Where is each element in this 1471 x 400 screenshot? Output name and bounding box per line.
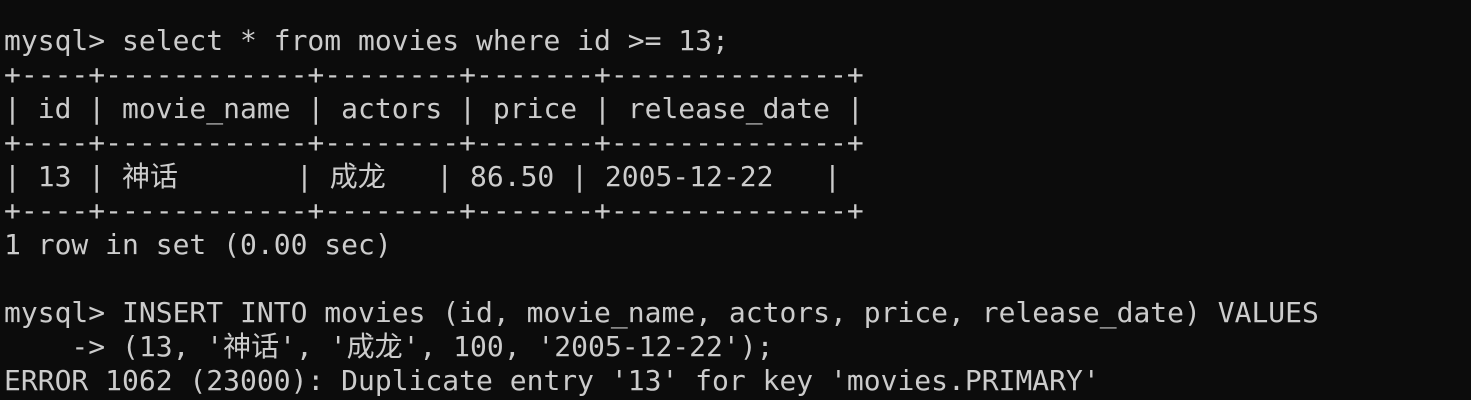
result-summary: 1 row in set (0.00 sec) [4,228,392,261]
table-border-bottom: +----+------------+--------+-------+----… [4,194,864,227]
table-header-separator: +----+------------+--------+-------+----… [4,126,864,159]
table-row: | 13 | 神话 | 成龙 | 86.50 | 2005-12-22 | [4,160,841,193]
command-line-insert: mysql> INSERT INTO movies (id, movie_nam… [4,296,1319,329]
command-continuation: -> (13, '神话', '成龙', 100, '2005-12-22'); [4,330,774,363]
command-line-select: mysql> select * from movies where id >= … [4,24,729,57]
terminal-window[interactable]: mysql> select * from movies where id >= … [0,0,1471,400]
table-header-row: | id | movie_name | actors | price | rel… [4,92,864,125]
error-message: ERROR 1062 (23000): Duplicate entry '13'… [4,364,1100,397]
table-border-top: +----+------------+--------+-------+----… [4,58,864,91]
